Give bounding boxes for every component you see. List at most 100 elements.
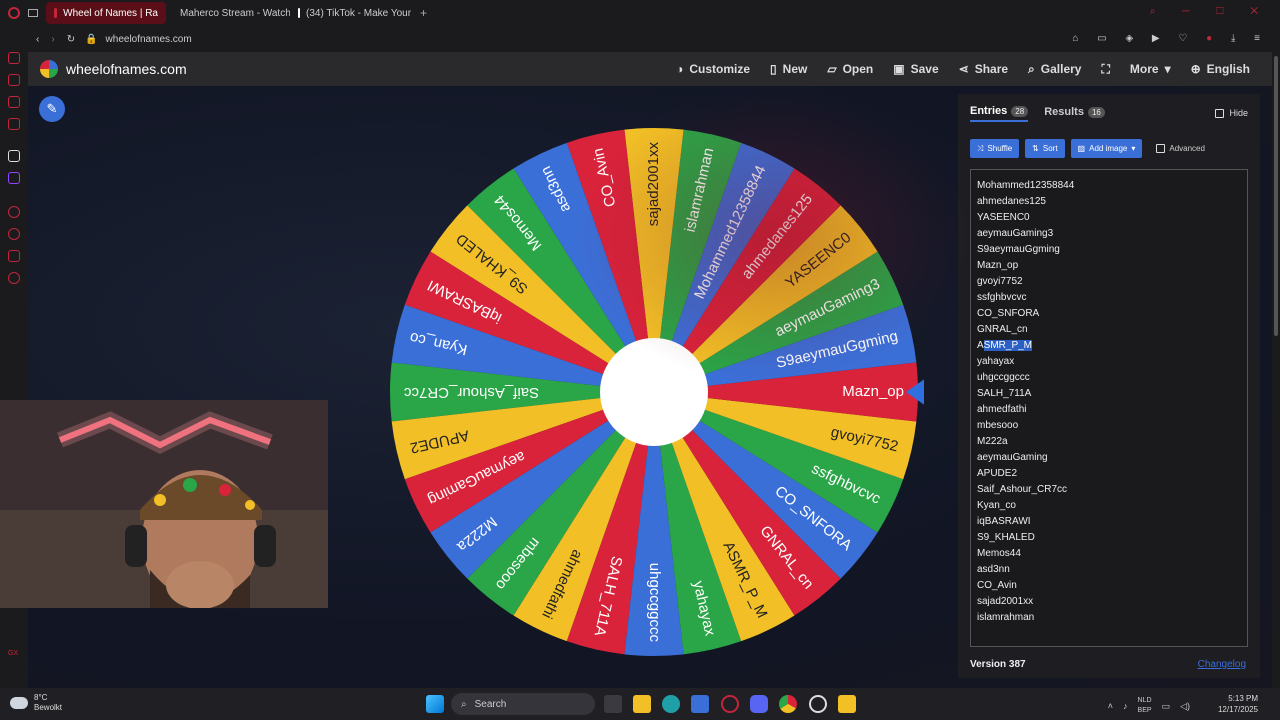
brand-title[interactable]: wheelofnames.com	[66, 61, 187, 77]
entry-item[interactable]: Saif_Ashour_CR7cc	[977, 482, 1247, 498]
entry-item[interactable]: ASMR_P_M	[977, 338, 1247, 354]
microphone-icon[interactable]: ♪	[1123, 701, 1128, 711]
sort-icon: ⇅	[1032, 144, 1039, 153]
discord-icon[interactable]	[750, 695, 768, 713]
gallery-button[interactable]: ⌕ Gallery	[1018, 62, 1091, 77]
entry-item[interactable]: APUDE2	[977, 466, 1247, 482]
customize-button[interactable]: ◑ Customize	[666, 62, 760, 76]
edge-icon[interactable]	[662, 695, 680, 713]
app-icon-2[interactable]	[838, 695, 856, 713]
address-bar: ‹ › ↻ 🔒 wheelofnames.com ⌂ ▭ ◈ ▶ ♡ ● ⤓ ≡	[28, 26, 1280, 52]
fullscreen-button[interactable]: ⛶	[1091, 62, 1119, 77]
bag-icon[interactable]	[8, 74, 20, 86]
entry-item[interactable]: aeymauGaming3	[977, 226, 1247, 242]
gx-icon[interactable]: GX	[8, 650, 18, 657]
tab-results[interactable]: Results 16	[1044, 102, 1105, 122]
entry-item[interactable]: CO_SNFORA	[977, 306, 1247, 322]
entry-item[interactable]: Kyan_co	[977, 498, 1247, 514]
tab-entries[interactable]: Entries 28	[970, 102, 1029, 122]
entry-item[interactable]: yahayax	[977, 354, 1247, 370]
mail-icon[interactable]	[8, 118, 20, 130]
entry-item[interactable]: Mohammed12358844	[977, 178, 1247, 194]
reload-icon[interactable]: ↻	[67, 34, 75, 45]
file-explorer-icon[interactable]	[633, 695, 651, 713]
open-button[interactable]: ▱ Open	[817, 62, 883, 76]
entry-item[interactable]: ahmedanes125	[977, 194, 1247, 210]
entry-item[interactable]: ssfghbvcvc	[977, 290, 1247, 306]
history-icon[interactable]	[8, 228, 20, 240]
tiktok-favicon-icon	[298, 8, 300, 18]
store-icon[interactable]	[691, 695, 709, 713]
entry-item[interactable]: Mazn_op	[977, 258, 1247, 274]
language-indicator[interactable]: NLD BEP	[1138, 696, 1152, 716]
tab-tiktok[interactable]: (34) TikTok - Make Your D	[290, 2, 414, 24]
entries-panel: Entries 28 Results 16 Hide ⤨ Shuffle ⇅ Sor…	[958, 94, 1260, 678]
weather-widget[interactable]: 8°C Bewolkt	[10, 693, 62, 713]
url-field[interactable]: wheelofnames.com	[106, 34, 192, 45]
player-icon[interactable]	[8, 206, 20, 218]
new-button[interactable]: ▯ New	[760, 62, 817, 76]
entry-item[interactable]: ahmedfathi	[977, 402, 1247, 418]
edit-pencil-button[interactable]: ✎	[39, 96, 65, 122]
entry-item[interactable]: CO_Avin	[977, 578, 1247, 594]
entry-item[interactable]: sajad2001xx	[977, 594, 1247, 610]
entry-item[interactable]: S9_KHALED	[977, 530, 1247, 546]
hide-checkbox[interactable]: Hide	[1215, 108, 1248, 118]
wheel[interactable]: S9aeymauGgmingaeymauGaming3YASEENC0ahmed…	[384, 122, 924, 662]
entry-item[interactable]: iqBASRAWI	[977, 514, 1247, 530]
changelog-link[interactable]: Changelog	[1198, 659, 1246, 670]
entry-item[interactable]: SALH_711A	[977, 386, 1247, 402]
tab-kick-stream[interactable]: Maherco Stream - Watch	[166, 2, 290, 24]
entry-item[interactable]: gvoyi7752	[977, 274, 1247, 290]
scrollbar-thumb[interactable]	[1274, 56, 1278, 336]
save-button[interactable]: ▣ Save	[883, 62, 948, 76]
entry-item[interactable]: islamrahman	[977, 610, 1247, 626]
entry-item[interactable]: asd3nn	[977, 562, 1247, 578]
entry-item[interactable]: mbesooo	[977, 418, 1247, 434]
network-icon[interactable]: ▭	[1162, 701, 1171, 712]
tab-label: Wheel of Names | Ra	[63, 7, 158, 19]
messenger-icon[interactable]	[8, 96, 20, 108]
wheel-center-hub[interactable]	[600, 338, 708, 446]
app-icon[interactable]	[809, 695, 827, 713]
page-scrollbar[interactable]	[1272, 52, 1280, 688]
language-button[interactable]: ⊕ English	[1181, 62, 1260, 76]
twitch-icon[interactable]	[8, 172, 20, 184]
taskbar-clock[interactable]: 5:13 PM 12/17/2025	[1218, 693, 1258, 715]
opera-logo-icon[interactable]	[8, 7, 20, 19]
wheel-logo-icon[interactable]	[40, 60, 58, 78]
opera-gx-icon[interactable]	[721, 695, 739, 713]
forward-icon[interactable]: ›	[51, 34, 54, 45]
entry-item[interactable]: Memos44	[977, 546, 1247, 562]
entries-textarea[interactable]: Mohammed12358844 ahmedanes125 YASEENC0 aeym…	[970, 169, 1248, 647]
entry-item[interactable]: M222a	[977, 434, 1247, 450]
settings-icon[interactable]	[8, 272, 20, 284]
share-button[interactable]: ⋖ Share	[949, 62, 1018, 76]
downloads-icon[interactable]	[8, 250, 20, 262]
windows-start-icon[interactable]	[426, 695, 444, 713]
palette-icon: ◑	[676, 62, 684, 76]
shuffle-button[interactable]: ⤨ Shuffle	[970, 139, 1020, 158]
new-tab-icon[interactable]: +	[420, 6, 427, 20]
sort-button[interactable]: ⇅ Sort	[1025, 139, 1065, 158]
chevron-up-icon[interactable]: ˄	[1108, 701, 1113, 711]
wheel-segment-label: Saif_Ashour_CR7cc	[404, 384, 540, 401]
tab-wheel-of-names[interactable]: Wheel of Names | Ra	[46, 2, 166, 24]
volume-icon[interactable]: ◁)	[1180, 701, 1190, 712]
more-button[interactable]: More ▾	[1120, 62, 1181, 76]
results-count-badge: 16	[1087, 106, 1105, 118]
entry-item[interactable]: uhgccggccc	[977, 370, 1247, 386]
add-image-button[interactable]: ▨ Add image ▾	[1070, 139, 1143, 158]
entry-item[interactable]: GNRAL_cn	[977, 322, 1247, 338]
entry-item[interactable]: aeymauGaming	[977, 450, 1247, 466]
ai-icon[interactable]	[8, 52, 20, 64]
advanced-checkbox[interactable]: Advanced	[1156, 144, 1205, 153]
entry-item[interactable]: S9aeymauGgming	[977, 242, 1247, 258]
entry-item[interactable]: YASEENC0	[977, 210, 1247, 226]
back-icon[interactable]: ‹	[36, 34, 39, 45]
tab-menu-icon[interactable]	[28, 9, 38, 17]
chrome-icon[interactable]	[779, 695, 797, 713]
task-view-icon[interactable]	[604, 695, 622, 713]
extension-icon[interactable]	[8, 150, 20, 162]
taskbar-search[interactable]: ⌕ Search	[451, 693, 595, 715]
